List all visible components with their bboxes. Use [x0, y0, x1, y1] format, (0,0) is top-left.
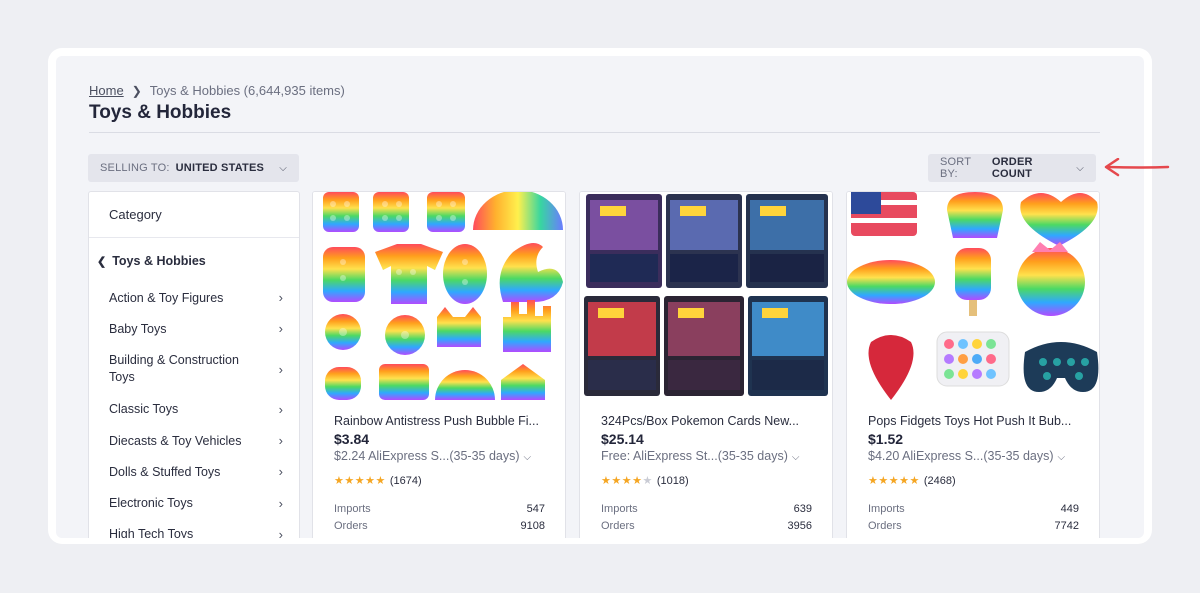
orders-label: Orders — [334, 520, 368, 532]
chevron-down-icon: ⌵ — [791, 452, 800, 463]
sidebar-current-category[interactable]: ❮ Toys & Hobbies — [97, 254, 206, 268]
chevron-right-icon: › — [278, 433, 283, 449]
sidebar-heading: Category — [89, 192, 299, 238]
chevron-right-icon: › — [278, 290, 283, 306]
product-title[interactable]: 324Pcs/Box Pokemon Cards New... — [601, 414, 799, 428]
product-shipping[interactable]: $4.20 AliExpress S...(35-35 days) ⌵ — [868, 449, 1065, 463]
orders-label: Orders — [601, 520, 635, 532]
chevron-down-icon: ⌵ — [279, 162, 287, 174]
chevron-right-icon: › — [278, 495, 283, 511]
shipping-text: Free: AliExpress St...(35-35 days) — [601, 449, 788, 463]
product-rating: ★★★★★ (2468) — [868, 474, 956, 488]
rating-stars-icon: ★★★★★ — [868, 475, 920, 487]
arrow-left-icon — [1104, 158, 1170, 177]
category-sidebar: Category ❮ Toys & Hobbies Action & Toy F… — [88, 191, 300, 538]
imports-label: Imports — [334, 503, 371, 515]
product-price: $3.84 — [334, 431, 370, 447]
chevron-right-icon: › — [278, 361, 283, 377]
rating-count: (1674) — [389, 474, 422, 487]
imports-value: 547 — [526, 503, 545, 515]
imports-row: Imports 449 — [868, 503, 1079, 515]
breadcrumb: Home ❯ Toys & Hobbies (6,644,935 items) — [89, 83, 345, 98]
selling-to-label: SELLING TO: — [100, 162, 170, 174]
sidebar-item[interactable]: Electronic Toys › — [89, 487, 299, 518]
main-panel: Home ❯ Toys & Hobbies (6,644,935 items) … — [56, 56, 1144, 538]
imports-row: Imports 639 — [601, 503, 812, 515]
product-card[interactable]: Rainbow Antistress Push Bubble Fi... $3.… — [312, 191, 566, 538]
breadcrumb-home-link[interactable]: Home — [89, 83, 124, 98]
sidebar-item[interactable]: Building & Construction Toys › — [89, 345, 299, 394]
orders-row: Orders 7742 — [868, 520, 1079, 532]
orders-label: Orders — [868, 520, 902, 532]
sidebar-item-label: Baby Toys — [109, 321, 167, 336]
rating-stars-icon: ★★★★★ — [334, 475, 386, 487]
product-shipping[interactable]: $2.24 AliExpress S...(35-35 days) ⌵ — [334, 449, 531, 463]
sidebar-item-label: Action & Toy Figures — [109, 290, 224, 305]
product-rating: ★★★★★ (1018) — [601, 474, 689, 488]
orders-row: Orders 3956 — [601, 520, 812, 532]
shipping-text: $4.20 AliExpress S...(35-35 days) — [868, 449, 1054, 463]
product-image-pop-fidgets[interactable] — [847, 192, 1099, 400]
chevron-right-icon: › — [278, 321, 283, 337]
chevron-right-icon: › — [278, 526, 283, 538]
product-price: $1.52 — [868, 431, 904, 447]
chevron-left-icon: ❮ — [97, 255, 107, 268]
sidebar-item-label: Diecasts & Toy Vehicles — [109, 433, 242, 448]
orders-value: 7742 — [1054, 520, 1079, 532]
sidebar-item[interactable]: High Tech Toys › — [89, 519, 299, 538]
sidebar-list: Action & Toy Figures › Baby Toys › Buildin… — [89, 282, 299, 538]
chevron-right-icon: › — [278, 401, 283, 417]
orders-row: Orders 9108 — [334, 520, 545, 532]
orders-value: 9108 — [520, 520, 545, 532]
sort-by-value: ORDER COUNT — [991, 156, 1033, 180]
sidebar-current-label: Toys & Hobbies — [112, 254, 206, 268]
rating-stars-icon: ★★★★★ — [601, 475, 653, 487]
page-title: Toys & Hobbies — [89, 102, 232, 123]
selling-to-value: UNITED STATES — [175, 162, 265, 174]
product-title[interactable]: Rainbow Antistress Push Bubble Fi... — [334, 414, 539, 428]
imports-value: 639 — [793, 503, 812, 515]
chevron-right-icon: › — [278, 464, 283, 480]
chevron-down-icon: ⌵ — [1057, 452, 1066, 463]
product-image-pokemon-boxes[interactable] — [580, 192, 832, 400]
imports-label: Imports — [868, 503, 905, 515]
chevron-down-icon: ⌵ — [523, 452, 532, 463]
imports-value: 449 — [1060, 503, 1079, 515]
product-shipping[interactable]: Free: AliExpress St...(35-35 days) ⌵ — [601, 449, 799, 463]
shipping-text: $2.24 AliExpress S...(35-35 days) — [334, 449, 520, 463]
product-image-fidget-shapes[interactable] — [313, 192, 565, 400]
chevron-right-icon: ❯ — [131, 83, 142, 98]
selling-to-dropdown[interactable]: SELLING TO: UNITED STATES ⌵ — [88, 154, 299, 182]
divider — [89, 132, 1100, 133]
product-title[interactable]: Pops Fidgets Toys Hot Push It Bub... — [868, 414, 1071, 428]
rating-count: (2468) — [923, 474, 956, 487]
sort-by-label: SORT BY: — [940, 156, 971, 180]
sidebar-item-label: Dolls & Stuffed Toys — [109, 464, 221, 479]
sidebar-item[interactable]: Dolls & Stuffed Toys › — [89, 456, 299, 487]
sidebar-item[interactable]: Action & Toy Figures › — [89, 282, 299, 313]
sidebar-item[interactable]: Classic Toys › — [89, 394, 299, 425]
product-card[interactable]: Pops Fidgets Toys Hot Push It Bub... $1.… — [846, 191, 1100, 538]
orders-value: 3956 — [787, 520, 812, 532]
sidebar-item[interactable]: Diecasts & Toy Vehicles › — [89, 425, 299, 456]
sidebar-item-label: Electronic Toys — [109, 496, 193, 511]
sidebar-item-label: Classic Toys — [109, 402, 179, 417]
sidebar-item-label: Building & Construction Toys — [109, 353, 239, 385]
product-price: $25.14 — [601, 431, 644, 447]
rating-count: (1018) — [656, 474, 689, 487]
sidebar-item[interactable]: Baby Toys › — [89, 313, 299, 344]
product-rating: ★★★★★ (1674) — [334, 474, 422, 488]
breadcrumb-current: Toys & Hobbies (6,644,935 items) — [149, 83, 345, 98]
sidebar-item-label: High Tech Toys — [109, 527, 194, 538]
imports-label: Imports — [601, 503, 638, 515]
product-card[interactable]: 324Pcs/Box Pokemon Cards New... $25.14 F… — [579, 191, 833, 538]
imports-row: Imports 547 — [334, 503, 545, 515]
chevron-down-icon: ⌵ — [1076, 162, 1084, 174]
sort-by-dropdown[interactable]: SORT BY: ORDER COUNT ⌵ — [928, 154, 1096, 182]
